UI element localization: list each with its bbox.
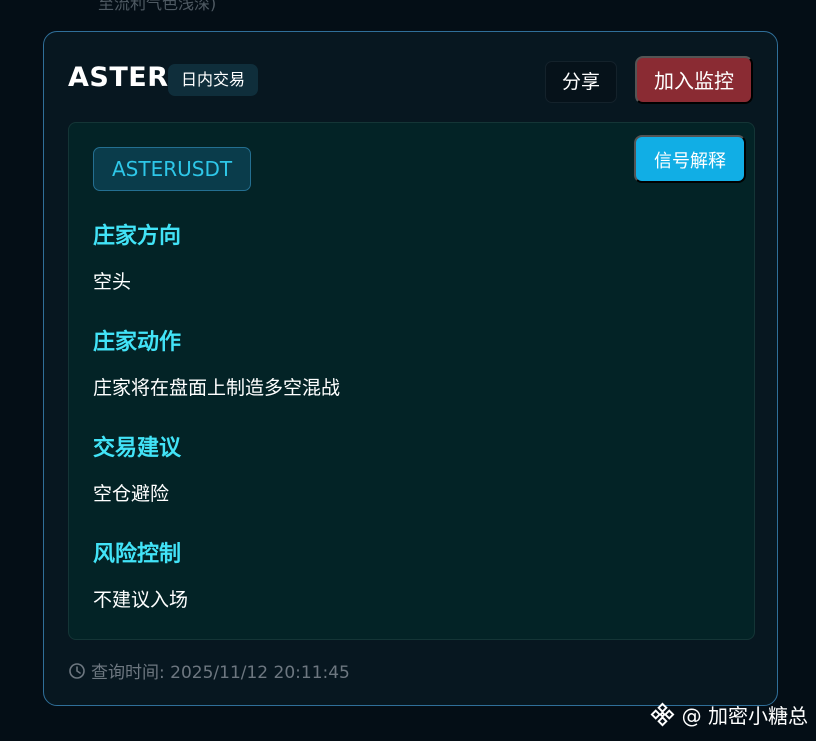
section-title-direction: 庄家方向: [93, 224, 182, 249]
timestamp-text: 查询时间: 2025/11/12 20:11:45: [91, 663, 350, 683]
section-value-risk: 不建议入场: [93, 589, 189, 611]
trade-type-badge: 日内交易: [168, 64, 259, 96]
share-button[interactable]: 分享: [545, 61, 618, 103]
binance-diamond-icon: [650, 702, 675, 727]
add-monitor-button[interactable]: 加入监控: [635, 56, 753, 104]
section-value-direction: 空头: [93, 271, 132, 293]
previous-card-fragment: 至流利气色浅深): [98, 0, 217, 13]
signal-card: ASTER 日内交易 分享 加入监控 ASTERUSDT 信号解释 庄家方向 空…: [43, 31, 778, 706]
clock-icon: [69, 662, 85, 679]
signal-explanation-button[interactable]: 信号解释: [634, 135, 746, 183]
section-title-action: 庄家动作: [93, 330, 182, 355]
section-title-risk: 风险控制: [93, 542, 182, 567]
page: 至流利气色浅深) ASTER 日内交易 分享 加入监控 ASTERUSDT 信号…: [0, 0, 816, 741]
section-title-advice: 交易建议: [93, 436, 182, 461]
pair-tag: ASTERUSDT: [93, 147, 252, 191]
watermark-text: @ 加密小糖总: [681, 704, 808, 728]
watermark: @ 加密小糖总: [649, 700, 808, 729]
query-timestamp: 查询时间: 2025/11/12 20:11:45: [68, 658, 350, 683]
section-value-action: 庄家将在盘面上制造多空混战: [93, 377, 341, 399]
section-value-advice: 空仓避险: [93, 483, 170, 505]
card-title: ASTER: [68, 62, 169, 93]
signal-panel: ASTERUSDT 信号解释 庄家方向 空头 庄家动作 庄家将在盘面上制造多空混…: [68, 122, 755, 640]
